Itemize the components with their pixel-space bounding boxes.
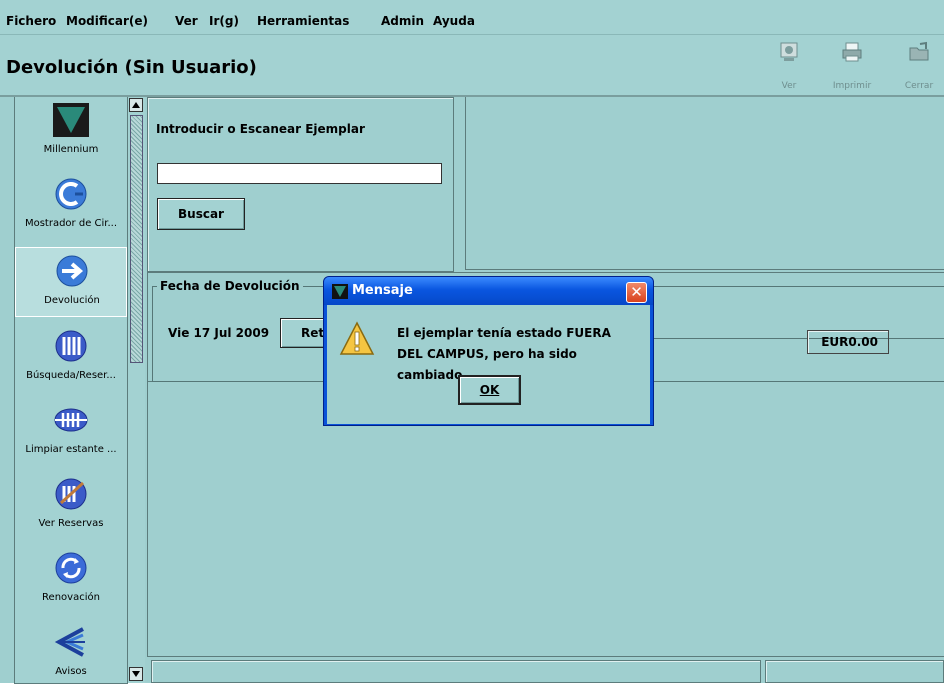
sidebar-item-millennium[interactable]: Millennium <box>15 97 127 167</box>
menu-ver[interactable]: Ver <box>175 14 198 28</box>
menu-ir[interactable]: Ir(g) <box>209 14 239 28</box>
sidebar-item-devolucion[interactable]: Devolución <box>15 247 127 317</box>
cerrar-toolbar-button[interactable]: Cerrar <box>896 41 942 91</box>
sidebar-item-ver-reservas[interactable]: Ver Reservas <box>15 471 127 541</box>
app-window: Fichero Modificar(e) Ver Ir(g) Herramien… <box>0 0 944 684</box>
close-icon[interactable]: ✕ <box>626 282 647 303</box>
return-date-value: Vie 17 Jul 2009 <box>168 326 270 340</box>
sidebar-item-avisos[interactable]: Avisos <box>15 619 127 683</box>
item-details-panel <box>465 97 944 270</box>
imprimir-label: Imprimir <box>832 81 872 91</box>
item-barcode-input[interactable] <box>157 163 442 184</box>
message-dialog: Mensaje ✕ El ejemplar tenía estado FUERA… <box>323 276 654 426</box>
millennium-logo-icon <box>332 284 348 299</box>
sidebar-item-label: Limpiar estante ... <box>25 444 117 455</box>
status-bar-left <box>151 660 761 683</box>
sidebar-item-busqueda[interactable]: Búsqueda/Reser... <box>15 323 127 393</box>
close-folder-icon <box>909 41 929 61</box>
ver-label: Ver <box>781 81 797 91</box>
buscar-button[interactable]: Buscar <box>157 198 245 230</box>
dialog-title-bar[interactable]: Mensaje ✕ <box>324 277 653 305</box>
sidebar-item-label: Renovación <box>42 592 100 603</box>
imprimir-toolbar-button[interactable]: Imprimir <box>829 41 875 91</box>
warning-icon <box>339 321 375 355</box>
scroll-up-button[interactable] <box>129 98 143 112</box>
millennium-logo-icon <box>53 103 89 137</box>
arrow-up-icon <box>132 102 140 108</box>
status-bar-right <box>765 660 944 683</box>
menu-fichero[interactable]: Fichero <box>6 14 56 28</box>
sidebar-scrollbar[interactable] <box>127 97 145 683</box>
dialog-body: El ejemplar tenía estado FUERA DEL CAMPU… <box>327 305 650 424</box>
notices-icon <box>54 627 85 657</box>
divider <box>653 338 944 339</box>
sidebar-item-label: Ver Reservas <box>38 518 104 529</box>
return-date-legend: Fecha de Devolución <box>157 279 303 293</box>
cerrar-label: Cerrar <box>904 81 934 91</box>
circulation-desk-icon <box>55 178 87 210</box>
dialog-title: Mensaje <box>352 283 413 298</box>
sidebar-item-mostrador[interactable]: Mostrador de Cir... <box>15 171 127 241</box>
sidebar-item-label: Millennium <box>43 144 99 155</box>
sidebar-item-limpiar[interactable]: Limpiar estante ... <box>15 397 127 467</box>
scan-label: Introducir o Escanear Ejemplar <box>156 122 365 136</box>
menu-bar: Fichero Modificar(e) Ver Ir(g) Herramien… <box>0 0 944 35</box>
clear-shelf-icon <box>54 408 88 432</box>
title-bar: Devolución (Sin Usuario) Ver Imprimir Ce… <box>0 35 944 97</box>
menu-herramientas[interactable]: Herramientas <box>257 14 349 28</box>
sidebar-item-label: Avisos <box>55 666 87 677</box>
ok-button[interactable]: OK <box>458 375 521 405</box>
return-arrow-icon <box>56 255 88 287</box>
fine-amount-field: EUR0.00 <box>807 330 889 354</box>
sidebar: Millennium Mostrador de Cir... Devolució… <box>14 97 128 684</box>
sidebar-item-renovacion[interactable]: Renovación <box>15 545 127 615</box>
sidebar-item-label: Devolución <box>44 295 100 306</box>
search-hold-icon <box>55 330 87 362</box>
view-holds-icon <box>55 478 87 510</box>
sidebar-item-label: Mostrador de Cir... <box>24 218 118 229</box>
sidebar-item-label: Búsqueda/Reser... <box>26 370 116 381</box>
menu-ayuda[interactable]: Ayuda <box>433 14 475 28</box>
scroll-down-button[interactable] <box>129 667 143 681</box>
page-title: Devolución (Sin Usuario) <box>6 57 257 78</box>
renewal-icon <box>55 552 87 584</box>
ver-toolbar-button[interactable]: Ver <box>766 41 812 91</box>
menu-modificar[interactable]: Modificar(e) <box>66 14 148 28</box>
scrollbar-thumb[interactable] <box>130 115 143 363</box>
view-icon <box>780 42 798 61</box>
arrow-down-icon <box>132 671 140 677</box>
scan-panel: Introducir o Escanear Ejemplar Buscar <box>147 97 454 272</box>
printer-icon <box>842 42 862 62</box>
menu-admin[interactable]: Admin <box>381 14 424 28</box>
